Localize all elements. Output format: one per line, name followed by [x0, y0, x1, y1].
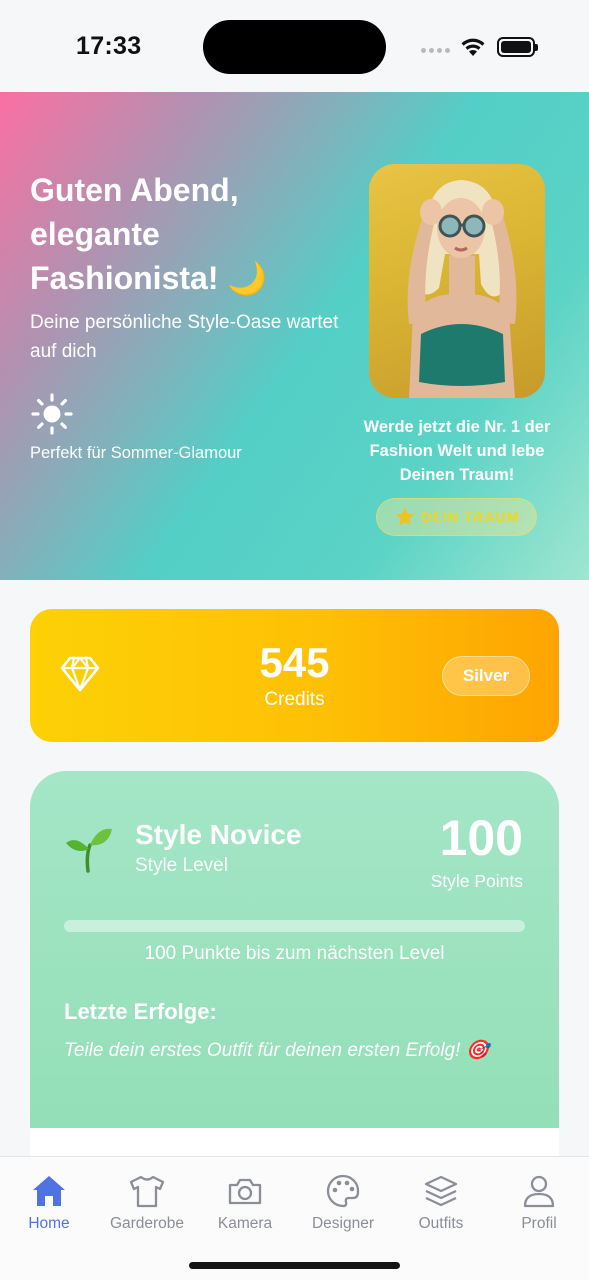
tab-label: Profil: [521, 1215, 557, 1232]
greeting-subtitle: Deine persönliche Style-Oase wartet auf …: [30, 312, 339, 362]
level-name: Style Novice: [135, 819, 302, 850]
tab-label: Kamera: [217, 1215, 273, 1232]
tab-designer[interactable]: Designer: [294, 1173, 392, 1233]
battery-icon: [497, 37, 538, 57]
wifi-icon: [461, 38, 485, 56]
level-caption: Style Level: [135, 855, 228, 876]
style-points-value: 100: [439, 810, 523, 866]
fashion-model-photo: [369, 164, 545, 398]
person-icon: [523, 1175, 555, 1208]
style-points-label: Style Points: [430, 871, 523, 891]
tab-garderobe[interactable]: Garderobe: [98, 1173, 196, 1233]
tab-profil[interactable]: Profil: [490, 1173, 588, 1233]
camera-icon: [228, 1178, 262, 1205]
style-level-card[interactable]: Style Novice Style Level 100 Style Point…: [30, 771, 559, 1128]
tab-outfits[interactable]: Outfits: [392, 1173, 490, 1233]
layers-icon: [424, 1175, 458, 1207]
level-progress-text: 100 Punkte bis zum nächsten Level: [144, 943, 445, 964]
credits-card[interactable]: 545 Credits Silver: [30, 609, 559, 742]
status-bar: 17:33: [0, 0, 589, 92]
greeting-title: Guten Abend, elegante Fashionista! 🌙: [30, 172, 268, 296]
dynamic-island: [203, 20, 386, 74]
sun-icon: [31, 393, 73, 435]
hero-motto: Werde jetzt die Nr. 1 der Fashion Welt u…: [363, 418, 551, 484]
weather-label: Perfekt für Sommer-Glamour: [30, 444, 242, 462]
tab-label: Home: [28, 1215, 70, 1232]
home-indicator[interactable]: [189, 1262, 400, 1269]
tab-label: Garderobe: [109, 1215, 185, 1232]
tab-home[interactable]: Home: [0, 1173, 98, 1233]
tier-badge[interactable]: Silver: [442, 656, 530, 696]
palette-icon: [326, 1174, 360, 1208]
sprout-icon: [66, 828, 112, 873]
next-card-edge: [30, 1128, 559, 1158]
cellular-signal-icon: [421, 48, 450, 53]
dream-button-label: DEIN TRAUM: [421, 509, 520, 525]
status-time: 17:33: [76, 32, 142, 60]
home-icon: [33, 1176, 65, 1206]
tshirt-icon: [129, 1175, 165, 1208]
tab-label: Designer: [311, 1215, 375, 1232]
achievements-empty-text: Teile dein erstes Outfit für deinen erst…: [64, 1040, 490, 1061]
tab-label: Outfits: [418, 1215, 464, 1232]
level-progress-bar: [64, 920, 525, 932]
hero-banner: Guten Abend, elegante Fashionista! 🌙 Dei…: [0, 92, 589, 580]
dream-button[interactable]: DEIN TRAUM: [376, 498, 537, 536]
star-icon: [395, 507, 414, 526]
tab-kamera[interactable]: Kamera: [196, 1173, 294, 1233]
achievements-title: Letzte Erfolge:: [64, 999, 217, 1024]
